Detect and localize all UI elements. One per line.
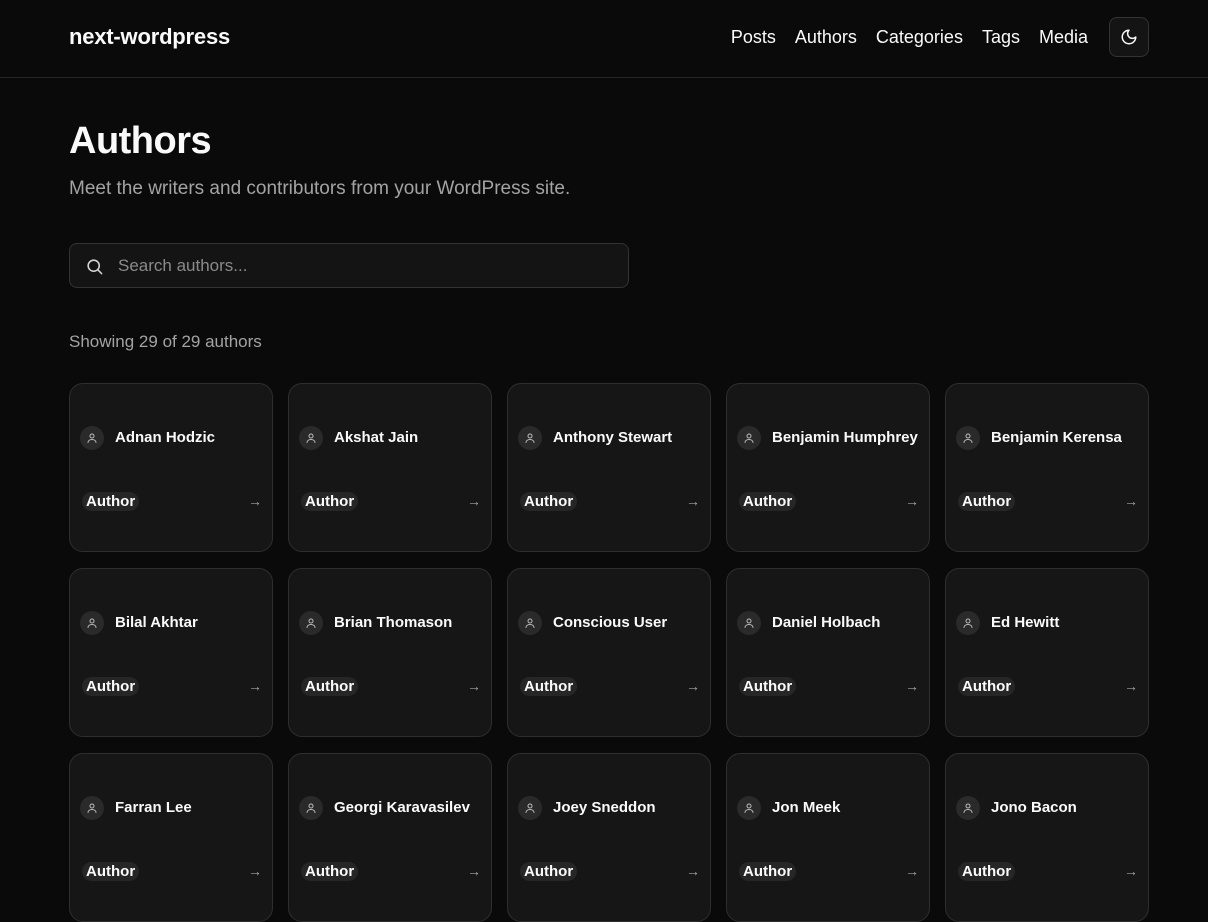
role-badge: Author [958,492,1016,511]
arrow-right-icon: → [248,678,262,694]
author-card[interactable]: Ed Hewitt Author → [945,568,1149,737]
author-name: Bilal Akhtar [115,614,198,631]
author-card[interactable]: Benjamin Humphrey Author → [726,383,930,552]
author-card[interactable]: Georgi Karavasilev Author → [288,753,492,922]
arrow-right-icon: → [1124,493,1138,509]
arrow-right-icon: → [1124,678,1138,694]
arrow-right-icon: → [686,678,700,694]
arrow-right-icon: → [905,493,919,509]
author-name: Adnan Hodzic [115,429,215,446]
author-card[interactable]: Jono Bacon Author → [945,753,1149,922]
user-icon [518,796,542,820]
user-icon [737,426,761,450]
author-card[interactable]: Akshat Jain Author → [288,383,492,552]
author-card[interactable]: Brian Thomason Author → [288,568,492,737]
author-name: Benjamin Humphrey [772,429,918,446]
user-icon [299,796,323,820]
arrow-right-icon: → [248,493,262,509]
page-title: Authors [69,120,212,162]
role-badge: Author [520,862,578,881]
author-name: Benjamin Kerensa [991,429,1122,446]
search-input[interactable] [118,244,608,287]
nav-link-posts[interactable]: Posts [731,27,776,48]
user-icon [737,796,761,820]
author-card[interactable]: Adnan Hodzic Author → [69,383,273,552]
author-card[interactable]: Farran Lee Author → [69,753,273,922]
role-badge: Author [301,492,359,511]
arrow-right-icon: → [686,493,700,509]
nav-link-tags[interactable]: Tags [982,27,1020,48]
author-name: Conscious User [553,614,668,631]
author-name: Farran Lee [115,799,192,816]
user-icon [80,611,104,635]
author-card[interactable]: Bilal Akhtar Author → [69,568,273,737]
author-card[interactable]: Conscious User Author → [507,568,711,737]
arrow-right-icon: → [905,863,919,879]
site-logo-link[interactable]: next-wordpress [69,24,230,50]
user-icon [299,426,323,450]
role-badge: Author [958,677,1016,696]
author-name: Brian Thomason [334,614,453,631]
nav-link-categories[interactable]: Categories [876,27,963,48]
author-name: Jon Meek [772,799,841,816]
theme-toggle-button[interactable] [1109,17,1149,57]
role-badge: Author [520,492,578,511]
user-icon [80,796,104,820]
author-name: Daniel Holbach [772,614,881,631]
role-badge: Author [82,677,140,696]
author-name: Georgi Karavasilev [334,799,470,816]
role-badge: Author [301,677,359,696]
main-nav: Posts Authors Categories Tags Media [731,27,1088,48]
search-box [69,243,629,288]
role-badge: Author [739,862,797,881]
author-name: Joey Sneddon [553,799,656,816]
moon-icon [1121,29,1137,45]
user-icon [80,426,104,450]
user-icon [299,611,323,635]
user-icon [518,426,542,450]
results-count: Showing 29 of 29 authors [69,332,262,351]
user-icon [956,796,980,820]
author-card[interactable]: Joey Sneddon Author → [507,753,711,922]
author-name: Akshat Jain [334,429,419,446]
authors-grid: Adnan Hodzic Author → Akshat Jain Author… [69,383,1149,922]
page-subtitle: Meet the writers and contributors from y… [69,178,571,199]
author-card[interactable]: Benjamin Kerensa Author → [945,383,1149,552]
arrow-right-icon: → [1124,863,1138,879]
author-name: Ed Hewitt [991,614,1060,631]
user-icon [956,611,980,635]
role-badge: Author [520,677,578,696]
arrow-right-icon: → [686,863,700,879]
author-card[interactable]: Jon Meek Author → [726,753,930,922]
role-badge: Author [739,677,797,696]
role-badge: Author [301,862,359,881]
arrow-right-icon: → [905,678,919,694]
arrow-right-icon: → [248,863,262,879]
nav-link-authors[interactable]: Authors [795,27,857,48]
nav-link-media[interactable]: Media [1039,27,1088,48]
author-name: Anthony Stewart [553,429,673,446]
user-icon [518,611,542,635]
user-icon [956,426,980,450]
role-badge: Author [739,492,797,511]
role-badge: Author [82,862,140,881]
role-badge: Author [82,492,140,511]
user-icon [737,611,761,635]
site-header: next-wordpress Posts Authors Categories … [0,0,1208,78]
role-badge: Author [958,862,1016,881]
search-icon [87,259,103,275]
author-card[interactable]: Anthony Stewart Author → [507,383,711,552]
arrow-right-icon: → [467,678,481,694]
arrow-right-icon: → [467,493,481,509]
arrow-right-icon: → [467,863,481,879]
author-card[interactable]: Daniel Holbach Author → [726,568,930,737]
author-name: Jono Bacon [991,799,1077,816]
